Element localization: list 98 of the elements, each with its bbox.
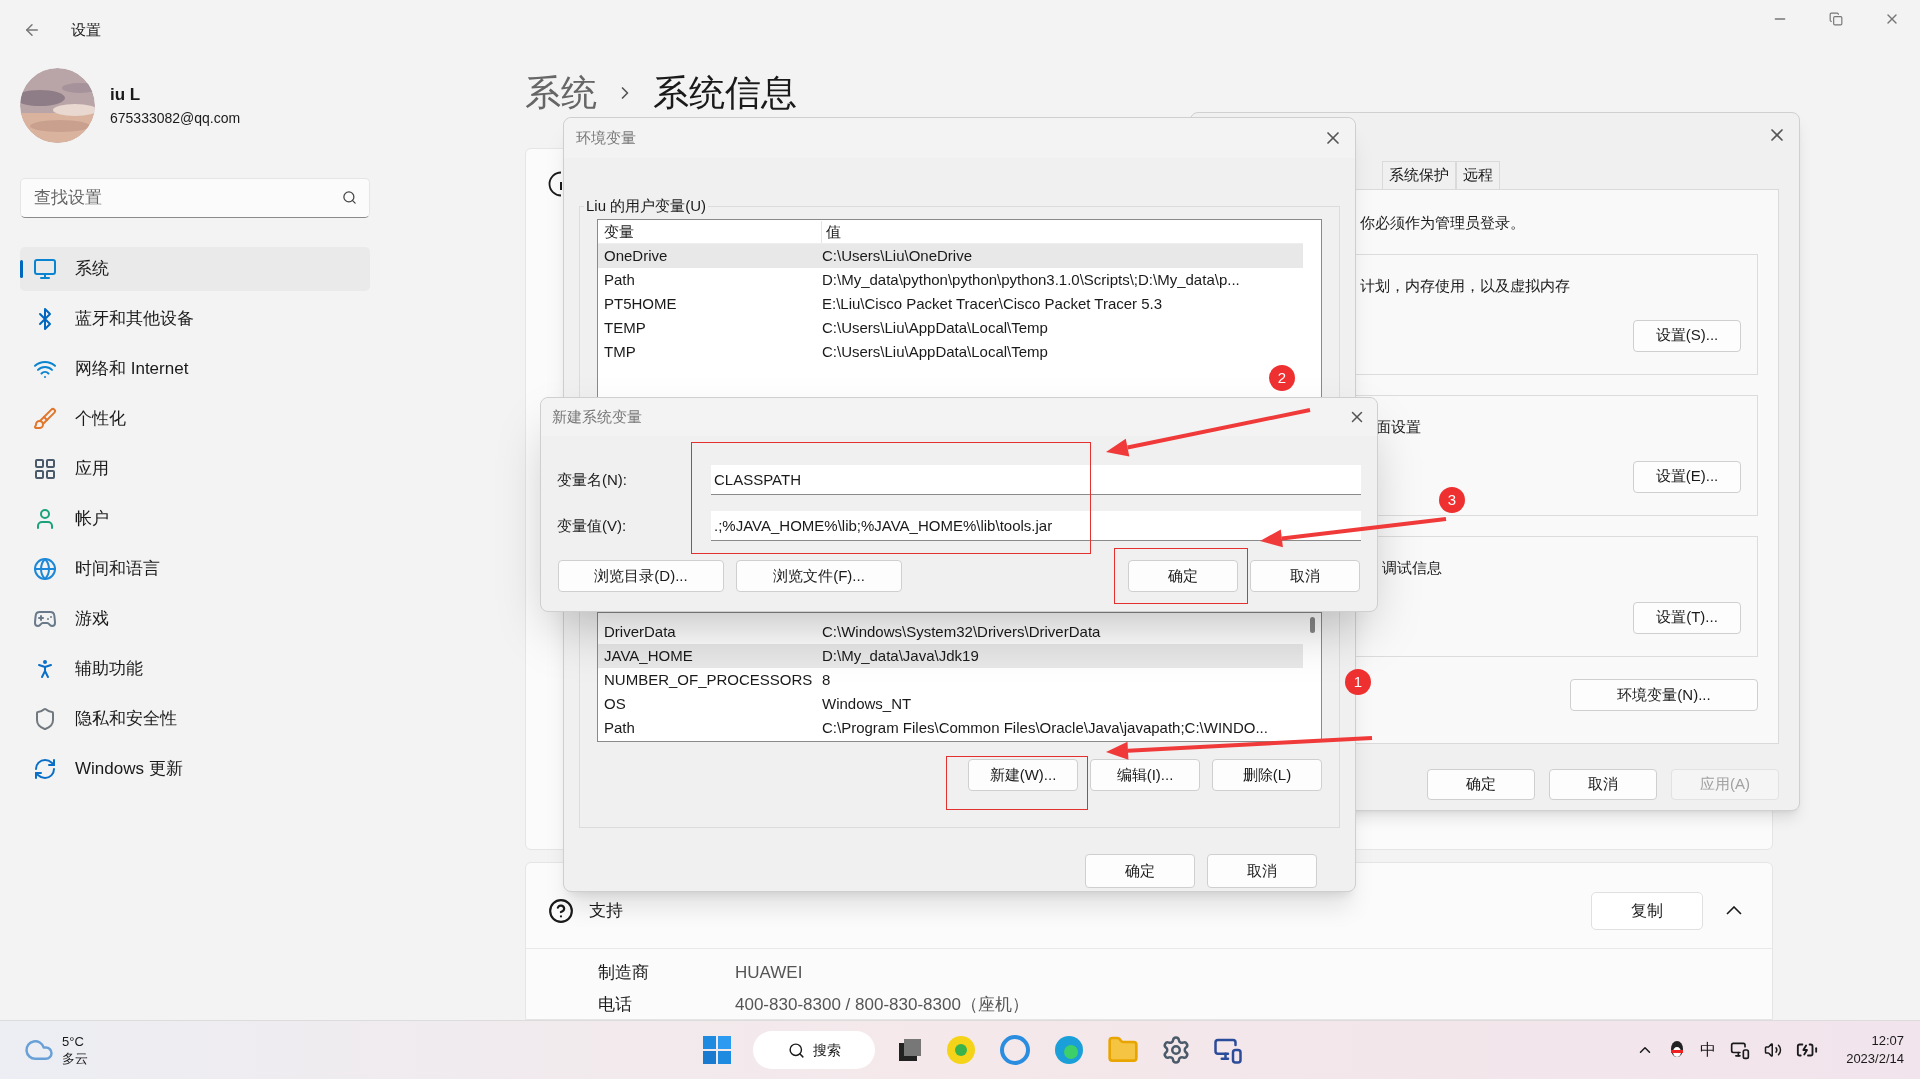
variable-value: C:\Program Files\Common Files\Oracle\Java\javapath;C:\WINDO... [822,717,1268,738]
variable-name: NUMBER_OF_PROCESSORS [603,669,814,690]
list-action-button[interactable]: 新建(W)... [968,759,1078,791]
variable-name: PT5HOME [603,293,678,314]
variable-value: C:\Windows\System32\Drivers\DriverData [822,621,1101,642]
browse-button[interactable]: 浏览目录(D)... [558,560,724,592]
weather-condition: 多云 [62,1050,88,1067]
variable-value: E:\Liu\Cisco Packet Tracer\Cisco Packet Tracer 5.3 [822,293,1163,314]
column-header[interactable]: 值 [822,220,841,244]
search-icon [342,190,357,205]
variable-value: C:\Users\Liu\AppData\Local\Temp [822,341,1048,362]
nav-item[interactable]: 辅助功能 [20,647,370,691]
selection-indicator [20,260,23,278]
group-text: 调试信息 [1382,558,1443,578]
taskbar-search[interactable]: 搜索 [753,1031,876,1069]
monitor-icon [33,257,57,281]
dialog-button[interactable]: 确定 [1128,560,1238,592]
info-label: 制造商 [598,962,650,985]
variable-name: JAVA_HOME [603,645,694,666]
browse-button[interactable]: 浏览文件(F)... [736,560,902,592]
info-value: HUAWEI [735,962,803,985]
field-label: 变量名(N): [557,469,628,490]
variable-name: OneDrive [603,245,669,266]
nav-item[interactable]: 蓝牙和其他设备 [20,297,370,341]
update-icon [33,757,57,781]
settings-button[interactable]: 设置(T)... [1633,601,1741,634]
nav-item[interactable]: 游戏 [20,597,370,641]
notice-text: 你必须作为管理员登录。 [1360,213,1526,233]
nav-item[interactable]: 帐户 [20,497,370,541]
env-variables-button[interactable]: 环境变量(N)... [1570,679,1758,711]
dialog-title: 环境变量 [576,127,636,148]
variable-value: Windows_NT [822,693,912,714]
column-header[interactable]: 变量 [598,220,822,244]
clock-date[interactable]: 2023/2/14 [1846,1050,1904,1068]
shield-icon [33,707,57,731]
tab[interactable]: 系统保护 [1382,161,1456,189]
info-value: 400-830-8300 / 800-830-8300（座机） [735,994,1029,1017]
section-title: 支持 [589,899,624,922]
volume-icon[interactable] [1764,1041,1783,1059]
chevron-up-icon [1726,906,1742,915]
nav-item[interactable]: 网络和 Internet [20,347,370,391]
copy-button[interactable]: 复制 [1591,891,1703,930]
user-email: 675333082@qq.com [110,108,241,128]
clock-time[interactable]: 12:07 [1871,1032,1904,1050]
variable-name: OS [603,693,627,714]
list-row[interactable]: JAVA_HOME D:\My_data\Java\Jdk19 [598,644,1303,668]
page-title: 系统信息 [653,71,797,115]
tab[interactable]: 远程 [1456,161,1500,189]
dialog-button[interactable]: 取消 [1250,560,1360,592]
task-view-icon[interactable] [897,1037,924,1063]
info-icon [548,171,562,197]
group-text: 计划，内存使用，以及虚拟内存 [1360,276,1571,296]
text-field[interactable]: CLASSPATH [711,465,1361,495]
text-field[interactable]: .;%JAVA_HOME%\lib;%JAVA_HOME%\lib\tools.jar [711,511,1361,541]
variable-value: C:\Users\Liu\OneDrive [822,245,973,266]
breadcrumb-parent[interactable]: 系统 [525,66,597,120]
nav-item[interactable]: 个性化 [20,397,370,441]
dialog-button[interactable]: 确定 [1427,769,1535,800]
list-row[interactable]: OneDrive C:\Users\Liu\OneDrive [598,244,1303,268]
variable-value: D:\My_data\Java\Jdk19 [822,645,979,666]
variable-value: D:\My_data\python\python\python3.1.0\Scripts\;D:\My_data\p... [822,269,1240,290]
apps-icon [33,457,57,481]
dialog-button[interactable]: 取消 [1549,769,1657,800]
variable-name: TEMP [603,317,647,338]
search-icon [787,1041,805,1059]
scrollbar[interactable] [1310,617,1315,633]
dialog-button[interactable]: 确定 [1085,854,1195,888]
settings-button[interactable]: 设置(S)... [1633,319,1741,352]
nav-item[interactable]: 系统 [20,247,370,291]
help-icon [548,897,574,924]
nav-item[interactable]: 时间和语言 [20,547,370,591]
nav-item[interactable]: Windows 更新 [20,747,370,791]
variable-name: Path [603,269,636,290]
settings-icon[interactable] [1161,1035,1192,1065]
list-action-button[interactable]: 编辑(I)... [1090,759,1200,791]
field-label: 变量值(V): [557,515,628,536]
temperature: 5°C [62,1033,85,1050]
variable-name: TMP [603,341,637,362]
variable-name: Path [603,717,636,738]
info-label: 电话 [598,994,633,1017]
input-method-indicator[interactable]: 中 [1700,1038,1717,1062]
globe-icon [33,557,57,581]
dialog-button[interactable]: 取消 [1207,854,1317,888]
settings-button[interactable]: 设置(E)... [1633,460,1741,493]
nav-item[interactable]: 隐私和安全性 [20,697,370,741]
list-action-button[interactable]: 删除(L) [1212,759,1322,791]
variable-value: C:\Users\Liu\AppData\Local\Temp [822,317,1048,338]
browser-icon[interactable] [999,1034,1032,1066]
back-icon[interactable] [23,21,41,39]
app-title: 设置 [71,19,101,40]
start-icon[interactable] [703,1036,732,1064]
user-name: iu L [110,84,142,107]
brush-icon [33,407,57,431]
dialog-title: 新建系统变量 [552,406,642,427]
search-field[interactable]: 查找设置 [20,178,370,218]
nav-item[interactable]: 应用 [20,447,370,491]
variable-name: DriverData [603,621,677,642]
variable-value: 8 [822,669,831,690]
